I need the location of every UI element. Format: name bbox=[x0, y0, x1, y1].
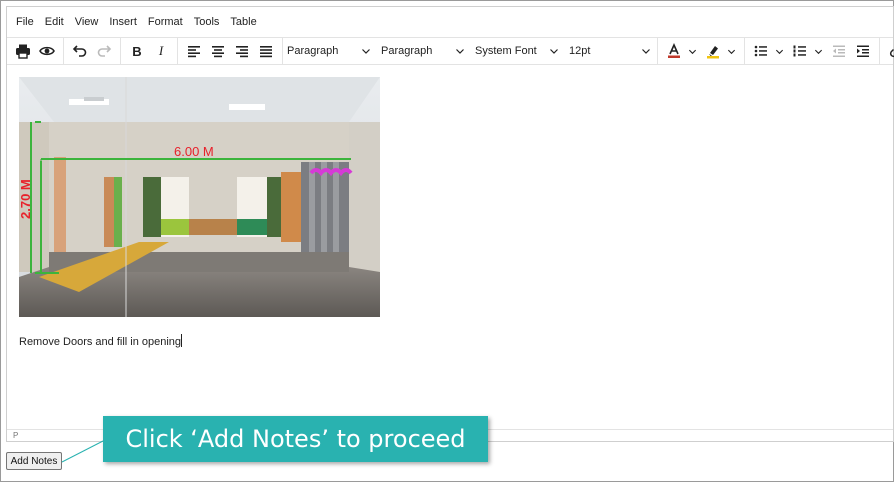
align-center-icon bbox=[212, 46, 224, 58]
add-notes-button[interactable]: Add Notes bbox=[6, 452, 62, 470]
print-icon bbox=[16, 44, 30, 59]
toolbar-group-print-preview bbox=[7, 38, 64, 64]
callout-text: Click ‘Add Notes’ to proceed bbox=[125, 425, 466, 453]
menubar: File Edit View Insert Format Tools Table bbox=[7, 7, 893, 37]
redo-icon bbox=[97, 45, 112, 57]
text-color-button[interactable] bbox=[662, 39, 701, 63]
note-text: Remove Doors and fill in opening bbox=[19, 336, 182, 348]
chevron-down-icon[interactable] bbox=[814, 47, 823, 56]
chevron-down-icon[interactable] bbox=[727, 47, 736, 56]
toolbar-group-lists bbox=[745, 38, 880, 64]
preview-button[interactable] bbox=[35, 39, 59, 63]
toolbar-group-link bbox=[880, 38, 894, 64]
print-button[interactable] bbox=[11, 39, 35, 63]
font-family-value: System Font bbox=[475, 45, 537, 57]
block-format-value: Paragraph bbox=[287, 45, 339, 57]
note-paragraph[interactable]: Remove Doors and fill in opening bbox=[19, 334, 183, 348]
redo-button[interactable] bbox=[92, 39, 116, 63]
align-left-button[interactable] bbox=[182, 39, 206, 63]
room-photo-image: 6.00 M 2.70 M bbox=[19, 77, 380, 317]
toolbar-group-dropdowns: Paragraph Paragraph System Font 12pt bbox=[283, 38, 658, 64]
align-left-icon bbox=[188, 46, 200, 58]
width-dimension-label: 6.00 M bbox=[174, 144, 214, 159]
menu-edit[interactable]: Edit bbox=[45, 16, 64, 28]
block-format-select[interactable]: Paragraph bbox=[283, 39, 377, 63]
style-format-value: Paragraph bbox=[381, 45, 433, 57]
undo-button[interactable] bbox=[68, 39, 92, 63]
bullet-list-button[interactable] bbox=[749, 39, 788, 63]
menu-insert[interactable]: Insert bbox=[109, 16, 137, 28]
highlight-icon bbox=[701, 39, 725, 63]
chevron-down-icon[interactable] bbox=[688, 47, 697, 56]
menu-tools[interactable]: Tools bbox=[194, 16, 220, 28]
menu-file[interactable]: File bbox=[16, 16, 34, 28]
chevron-down-icon bbox=[362, 49, 370, 54]
bold-button[interactable]: B bbox=[125, 39, 149, 63]
height-dimension-label: 2.70 M bbox=[19, 179, 33, 219]
font-size-select[interactable]: 12pt bbox=[565, 39, 657, 63]
align-justify-icon bbox=[260, 46, 272, 58]
menu-view[interactable]: View bbox=[75, 16, 99, 28]
toolbar-group-alignment bbox=[178, 38, 283, 64]
editor-content[interactable]: 6.00 M 2.70 M Remove Doors and fill in o… bbox=[7, 66, 893, 429]
element-path[interactable]: P bbox=[13, 431, 18, 440]
chevron-down-icon[interactable] bbox=[775, 47, 784, 56]
indent-icon bbox=[857, 45, 869, 57]
bullet-list-icon bbox=[749, 39, 773, 63]
undo-icon bbox=[72, 45, 87, 57]
style-format-select[interactable]: Paragraph bbox=[377, 39, 471, 63]
rich-text-editor: File Edit View Insert Format Tools Table… bbox=[6, 6, 894, 442]
instruction-callout: Click ‘Add Notes’ to proceed bbox=[103, 416, 488, 462]
toolbar-group-history bbox=[64, 38, 121, 64]
chevron-down-icon bbox=[550, 49, 558, 54]
menu-table[interactable]: Table bbox=[230, 16, 256, 28]
align-right-button[interactable] bbox=[230, 39, 254, 63]
highlight-color-button[interactable] bbox=[701, 39, 740, 63]
text-cursor bbox=[181, 334, 183, 347]
toolbar-group-formatting: B I bbox=[121, 38, 178, 64]
link-icon bbox=[889, 47, 894, 58]
font-family-select[interactable]: System Font bbox=[471, 39, 565, 63]
italic-button[interactable]: I bbox=[149, 39, 173, 63]
text-color-icon bbox=[662, 39, 686, 63]
numbered-list-icon bbox=[788, 39, 812, 63]
room-photo[interactable]: 6.00 M 2.70 M bbox=[19, 77, 380, 317]
indent-button[interactable] bbox=[851, 39, 875, 63]
align-justify-button[interactable] bbox=[254, 39, 278, 63]
menu-format[interactable]: Format bbox=[148, 16, 183, 28]
align-right-icon bbox=[236, 46, 248, 58]
link-button[interactable] bbox=[884, 39, 894, 63]
chevron-down-icon bbox=[642, 49, 650, 54]
align-center-button[interactable] bbox=[206, 39, 230, 63]
numbered-list-button[interactable] bbox=[788, 39, 827, 63]
outdent-icon bbox=[833, 45, 845, 57]
font-size-value: 12pt bbox=[569, 45, 591, 57]
chevron-down-icon bbox=[456, 49, 464, 54]
toolbar-group-colors bbox=[658, 38, 745, 64]
outdent-button[interactable] bbox=[827, 39, 851, 63]
eye-icon bbox=[39, 46, 55, 56]
toolbar: B I Paragraph Paragraph System Font 12pt bbox=[7, 37, 894, 65]
